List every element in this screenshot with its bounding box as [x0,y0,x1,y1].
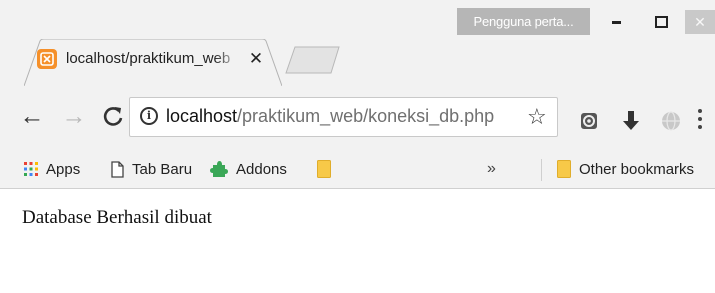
forward-button[interactable]: → [61,103,87,129]
maximize-button[interactable] [641,10,681,34]
page-icon [111,160,124,178]
download-arrow-icon[interactable] [620,110,642,132]
back-button[interactable]: ← [19,103,45,129]
browser-toolbar: ← → i localhost/praktikum_web/koneksi_db… [0,86,715,150]
bookmark-tab-baru[interactable]: Tab Baru [111,150,192,188]
globe-icon[interactable] [660,110,682,132]
more-menu-icon[interactable] [697,109,703,131]
address-bar[interactable]: i localhost/praktikum_web/koneksi_db.php… [129,97,558,137]
bookmark-addons[interactable]: Addons [210,150,287,188]
folder-icon [317,160,331,178]
bookmark-label: Other bookmarks [579,160,695,178]
xampp-icon [37,49,57,69]
puzzle-icon [210,160,228,178]
back-arrow-icon: ← [19,101,45,130]
star-icon[interactable]: ☆ [527,104,547,130]
url-path: /praktikum_web/koneksi_db.php [237,106,495,126]
url-text[interactable]: localhost/praktikum_web/koneksi_db.php [166,106,494,127]
close-icon: ✕ [694,13,706,30]
xampp-glyph [40,52,54,66]
maximize-icon [654,16,668,28]
bookmarks-bar: Apps Tab Baru Addons » Other bookmarks [0,150,715,189]
bookmark-label: Tab Baru [132,160,193,178]
tab-active[interactable]: localhost/praktikum_web ✕ [24,39,282,86]
minimize-icon [611,20,621,24]
new-tab-button[interactable] [285,46,341,74]
bookmark-label: Addons [236,160,287,178]
close-window-button[interactable]: ✕ [685,10,715,34]
status-message: Database Berhasil dibuat [22,207,212,228]
globe-glyph [662,111,680,131]
reload-icon [103,107,123,126]
reload-button[interactable] [100,103,126,129]
extension-glyph [581,113,597,129]
bookmark-folder[interactable] [317,150,339,188]
page-content: Database Berhasil dibuat [0,189,715,293]
bookmark-apps[interactable]: Apps [24,150,80,188]
download-glyph [623,111,639,130]
minimize-button[interactable] [596,10,636,34]
url-host: localhost [166,106,238,126]
forward-arrow-icon: → [61,101,87,130]
browser-titlebar: Pengguna perta... ✕ localhost/praktikum_… [0,0,715,86]
profile-button[interactable]: Pengguna perta... [457,8,590,35]
bookmarks-overflow-button[interactable]: » [487,150,496,188]
apps-grid-icon [24,162,38,176]
extension-icon[interactable] [578,110,600,132]
info-icon[interactable]: i [140,107,158,125]
tab-close-button[interactable]: ✕ [246,49,266,69]
bookmarks-divider [541,159,542,181]
bookmark-other[interactable]: Other bookmarks [557,150,694,188]
folder-icon [557,160,571,178]
bookmark-label: Apps [46,160,81,178]
